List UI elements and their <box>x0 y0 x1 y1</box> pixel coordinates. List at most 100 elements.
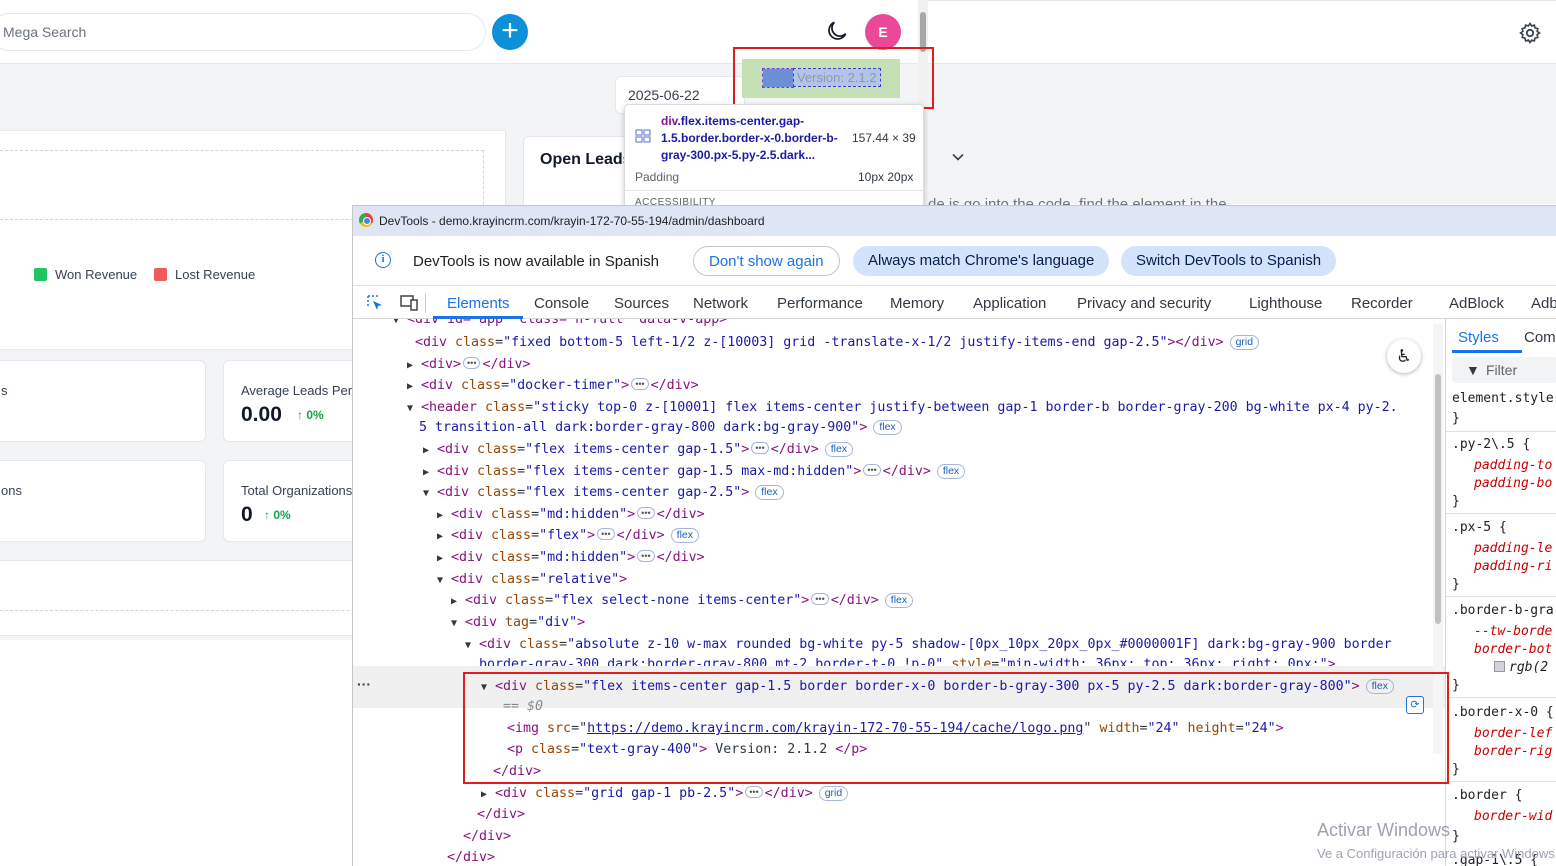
tooltip-padding-label: Padding <box>635 170 680 184</box>
dom-node[interactable]: <div class="fixed bottom-5 left-1/2 z-[1… <box>415 332 1260 353</box>
won-swatch <box>34 268 47 281</box>
tab-performance[interactable]: Performance <box>777 295 863 312</box>
dom-close-tag: </div> <box>463 829 512 844</box>
inspector-tooltip: div.flex.items-center.gap-1.5.border.bor… <box>624 104 924 208</box>
dom-node[interactable]: ▶ <div class="grid gap-1 pb-2.5"> ••• </div… <box>481 783 849 804</box>
dom-node[interactable]: ▶ <div class="flex"> ••• </div> flex <box>437 525 699 546</box>
style-property[interactable]: border-bot <box>1474 642 1552 657</box>
stat-change: ↑ 0% <box>264 508 291 522</box>
style-property[interactable]: padding-to <box>1474 458 1552 473</box>
dom-node[interactable]: ▶ <div class="md:hidden"> ••• </div> <box>437 547 705 568</box>
style-property[interactable]: border-rig <box>1474 744 1552 759</box>
stat-card: s <box>0 360 206 442</box>
dom-node[interactable]: ▶ <div class="flex items-center gap-1.5">… <box>423 439 854 460</box>
stat-value: 0.00 <box>241 403 282 426</box>
styles-tab-indicator <box>1452 350 1522 353</box>
color-swatch[interactable] <box>1494 661 1505 672</box>
legend-lost-label: Lost Revenue <box>175 267 256 282</box>
tab-application[interactable]: Application <box>973 295 1046 312</box>
tab-network[interactable]: Network <box>693 295 748 312</box>
dom-node[interactable]: ▶ <div class="docker-timer"> ••• </div> <box>407 375 699 396</box>
style-brace: } <box>1452 494 1460 509</box>
infobar-message: DevTools is now available in Spanish <box>413 253 659 270</box>
dom-node[interactable]: ▶ <div class="flex select-none items-cent… <box>451 590 914 611</box>
tab-elements[interactable]: Elements <box>447 295 510 312</box>
windows-watermark: Activar Windows <box>1317 820 1451 840</box>
accessibility-icon[interactable]: ♿ <box>1387 339 1421 373</box>
dom-node[interactable]: ▶ <div class="md:hidden"> ••• </div> <box>437 504 705 525</box>
app-body-right <box>928 64 1556 204</box>
tooltip-padding-value: 10px 20px <box>858 170 914 184</box>
tab-privacy-security[interactable]: Privacy and security <box>1077 295 1211 312</box>
style-property[interactable]: padding-le <box>1474 541 1552 556</box>
styles-panel: Styles Com ▼Filter element.style { } .py… <box>1445 319 1556 866</box>
inspect-element-icon[interactable] <box>365 293 385 313</box>
highlight-box <box>733 47 934 109</box>
stat-card: Average Leads Per D 0.00 ↑ 0% <box>223 360 366 442</box>
dom-node[interactable]: ▶ <div> ••• </div> <box>407 354 531 375</box>
dom-node[interactable]: ▼ <div tag="div"> <box>451 612 585 633</box>
style-divider <box>1446 781 1556 782</box>
tab-adblock[interactable]: AdBlock <box>1449 295 1504 312</box>
stat-card: Total Organizations 0 ↑ 0% <box>223 460 363 542</box>
dom-node[interactable]: ▼ <div id="app" class="h-full" data-v-app… <box>393 319 727 330</box>
style-property[interactable]: padding-ri <box>1474 559 1552 574</box>
dom-close-tag: </div> <box>477 807 526 822</box>
device-toolbar-icon[interactable] <box>399 293 419 313</box>
dom-node[interactable]: ▼ <div class="relative"> <box>437 569 627 590</box>
style-property[interactable]: border-wid <box>1474 809 1552 824</box>
tooltip-selector: div.flex.items-center.gap-1.5.border.bor… <box>661 114 838 162</box>
info-icon: i <box>375 252 391 268</box>
style-divider <box>1446 513 1556 514</box>
moon-icon[interactable] <box>824 18 850 44</box>
lost-swatch <box>154 268 167 281</box>
style-property[interactable]: padding-bo <box>1474 476 1552 491</box>
styles-filter-input[interactable]: ▼ Filter <box>1452 357 1556 383</box>
tab-sources[interactable]: Sources <box>614 295 669 312</box>
dom-close-tag: </div> <box>447 850 496 865</box>
tab-computed[interactable]: Com <box>1524 329 1556 346</box>
avatar[interactable]: E <box>865 14 901 50</box>
tab-memory[interactable]: Memory <box>890 295 944 312</box>
windows-watermark-sub: Ve a Configuración para activar Windows. <box>1317 846 1556 861</box>
ai-assist-icon[interactable]: ⟳ <box>1406 696 1424 714</box>
style-brace: } <box>1452 678 1460 693</box>
tab-styles[interactable]: Styles <box>1458 329 1499 346</box>
tab-recorder[interactable]: Recorder <box>1351 295 1413 312</box>
color-value[interactable]: rgb(2 <box>1494 660 1548 675</box>
stat-card: ons <box>0 460 206 542</box>
legend-lost: Lost Revenue <box>154 267 255 282</box>
switch-spanish-button[interactable]: Switch DevTools to Spanish <box>1121 246 1337 276</box>
tab-more[interactable]: Adb <box>1531 295 1556 312</box>
dom-node[interactable]: ▼ <div class="flex items-center gap-2.5">… <box>423 482 784 503</box>
stat-label: Total Organizations <box>241 483 353 498</box>
dont-show-again-button[interactable]: Don't show again <box>693 246 840 276</box>
style-brace: } <box>1452 577 1460 592</box>
gear-icon[interactable] <box>1518 21 1542 45</box>
tab-console[interactable]: Console <box>534 295 589 312</box>
dom-node[interactable]: ▼ <div class="absolute z-10 w-max rounded… <box>465 634 1392 655</box>
devtools-titlebar[interactable]: DevTools - demo.krayincrm.com/krayin-172… <box>353 206 1556 236</box>
legend-won-label: Won Revenue <box>55 267 138 282</box>
open-leads-title: Open Leads <box>540 151 632 168</box>
style-selector: .border { <box>1452 788 1523 803</box>
dom-node[interactable]: ▶ <div class="flex items-center gap-1.5 m… <box>423 461 966 482</box>
node-options-icon[interactable]: ··· <box>357 676 371 692</box>
add-button[interactable]: + <box>492 14 528 50</box>
tooltip-divider <box>625 190 923 191</box>
tooltip-size: 157.44 × 39 <box>852 131 916 145</box>
style-property[interactable]: border-lef <box>1474 726 1552 741</box>
match-language-button[interactable]: Always match Chrome's language <box>853 246 1110 276</box>
style-property[interactable]: --tw-borde <box>1474 624 1552 639</box>
style-selector: .py-2\.5 { <box>1452 437 1531 452</box>
style-divider <box>1446 596 1556 597</box>
highlight-box-dom <box>463 672 1449 784</box>
tab-lighthouse[interactable]: Lighthouse <box>1249 295 1322 312</box>
mega-search-input[interactable]: Mega Search <box>0 13 486 51</box>
dom-node-continued: 5 transition-all dark:border-gray-800 da… <box>419 417 902 438</box>
stat-label: Average Leads Per D <box>241 383 366 398</box>
stat-change: ↑ 0% <box>297 408 324 422</box>
dom-node[interactable]: ▼ <header class="sticky top-0 z-[10001] f… <box>407 397 1398 418</box>
stat-value: 0 <box>241 503 253 526</box>
chevron-down-icon[interactable] <box>951 150 965 164</box>
